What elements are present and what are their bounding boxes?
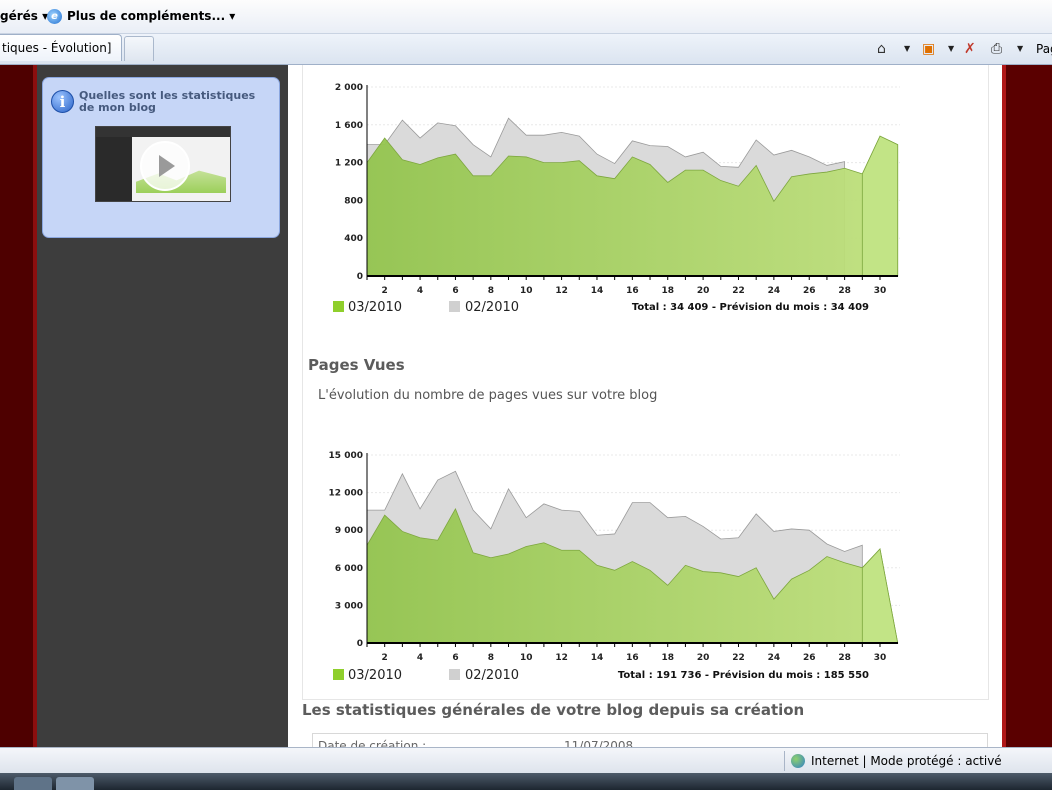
- taskbar: [0, 773, 1052, 790]
- x-tick-label: 28: [838, 286, 851, 296]
- legend-swatch-previous-month: [449, 301, 460, 312]
- taskbar-start-button[interactable]: [14, 777, 52, 790]
- security-zone-status[interactable]: Internet | Mode protégé : activé: [811, 754, 1002, 768]
- y-tick-label: 0: [357, 272, 363, 282]
- x-tick-label: 30: [874, 286, 887, 296]
- x-tick-label: 8: [488, 653, 494, 663]
- x-tick-label: 26: [803, 286, 816, 296]
- y-tick-label: 1 200: [335, 159, 363, 169]
- y-tick-label: 1 600: [335, 121, 363, 131]
- x-tick-label: 14: [591, 286, 604, 296]
- x-tick-label: 2: [382, 653, 388, 663]
- legend-label-current-month: 03/2010: [348, 668, 402, 683]
- x-tick-label: 16: [626, 286, 639, 296]
- x-tick-label: 20: [697, 653, 710, 663]
- x-tick-label: 18: [661, 286, 674, 296]
- x-tick-label: 6: [452, 653, 458, 663]
- legend-swatch-previous-month: [449, 669, 460, 680]
- x-tick-label: 24: [768, 653, 781, 663]
- visits-chart: 04008001 2001 6002 0002 4 6 8 10 12 14 16 18 20 22…: [333, 83, 900, 315]
- series-area-forecast: [861, 548, 899, 644]
- status-bar: Internet | Mode protégé : activé: [0, 747, 1052, 774]
- x-tick-label: 4: [417, 286, 423, 296]
- y-tick-label: 9 000: [335, 526, 363, 536]
- legend-swatch-current-month: [333, 669, 344, 680]
- general-stats-title: Les statistiques générales de votre blog…: [302, 701, 805, 719]
- status-separator: [784, 751, 785, 771]
- y-tick-label: 6 000: [335, 564, 363, 574]
- y-tick-label: 0: [357, 639, 363, 649]
- x-tick-label: 16: [626, 653, 639, 663]
- pages-vues-description: L'évolution du nombre de pages vues sur …: [318, 388, 658, 403]
- x-tick-label: 10: [520, 286, 533, 296]
- x-tick-label: 28: [838, 653, 851, 663]
- legend-label-current-month: 03/2010: [348, 300, 402, 315]
- x-tick-label: 26: [803, 653, 816, 663]
- chart-total-text: Total : 191 736 - Prévision du mois : 18…: [618, 669, 869, 681]
- y-tick-label: 400: [344, 234, 363, 244]
- x-tick-label: 2: [382, 286, 388, 296]
- legend-label-previous-month: 02/2010: [465, 668, 519, 683]
- x-tick-label: 22: [732, 653, 745, 663]
- y-tick-label: 12 000: [329, 489, 363, 499]
- pageviews-chart: 03 0006 0009 00012 00015 0002 4 6 8 10 12 14 16…: [329, 451, 900, 683]
- series-area-current-month: [366, 135, 899, 277]
- y-tick-label: 800: [344, 196, 363, 206]
- y-tick-label: 2 000: [335, 83, 363, 93]
- internet-zone-icon: [791, 754, 805, 768]
- series-area-forecast: [861, 135, 899, 277]
- x-tick-label: 4: [417, 653, 423, 663]
- y-tick-label: 3 000: [335, 601, 363, 611]
- legend-swatch-current-month: [333, 301, 344, 312]
- x-tick-label: 22: [732, 286, 745, 296]
- x-tick-label: 14: [591, 653, 604, 663]
- legend-label-previous-month: 02/2010: [465, 300, 519, 315]
- x-tick-label: 24: [768, 286, 781, 296]
- x-tick-label: 18: [661, 653, 674, 663]
- x-tick-label: 12: [555, 653, 568, 663]
- x-tick-label: 20: [697, 286, 710, 296]
- taskbar-ie-button[interactable]: [56, 777, 94, 790]
- x-tick-label: 10: [520, 653, 533, 663]
- x-tick-label: 30: [874, 653, 887, 663]
- x-tick-label: 6: [452, 286, 458, 296]
- y-tick-label: 15 000: [329, 451, 363, 461]
- pages-vues-title: Pages Vues: [308, 356, 405, 374]
- chart-total-text: Total : 34 409 - Prévision du mois : 34 …: [632, 301, 869, 313]
- x-tick-label: 12: [555, 286, 568, 296]
- x-tick-label: 8: [488, 286, 494, 296]
